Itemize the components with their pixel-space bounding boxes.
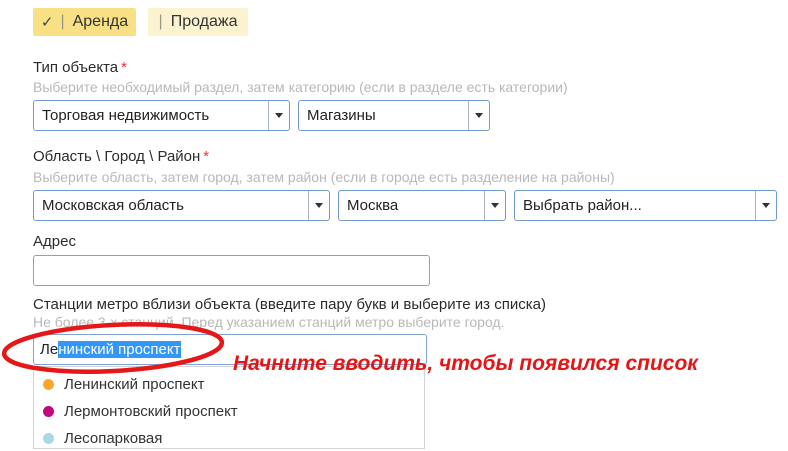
district-select[interactable]: Выбрать район...	[514, 190, 777, 221]
checkmark-icon: ✓	[41, 13, 54, 31]
location-row: Московская область Москва Выбрать район.…	[33, 190, 777, 221]
metro-input-typed: Ле	[40, 341, 58, 358]
city-value: Москва	[339, 191, 484, 220]
object-section-value: Торговая недвижимость	[34, 101, 268, 130]
metro-station-name: Ленинский проспект	[64, 376, 205, 393]
district-value: Выбрать район...	[515, 191, 755, 220]
metro-station-name: Лесопарковая	[64, 430, 162, 447]
chevron-down-icon[interactable]	[308, 191, 329, 220]
list-item-metro-station[interactable]: Лермонтовский проспект	[34, 398, 424, 425]
tab-divider: |	[159, 13, 163, 31]
tab-sale[interactable]: | Продажа	[148, 8, 248, 36]
required-asterisk: *	[121, 59, 127, 76]
object-type-hint: Выберите необходимый раздел, затем катег…	[33, 79, 568, 95]
location-label: Область \ Город \ Район*	[33, 148, 209, 165]
chevron-down-icon[interactable]	[468, 101, 489, 130]
metro-suggestion-list: Ленинский проспект Лермонтовский проспек…	[33, 366, 425, 449]
object-section-select[interactable]: Торговая недвижимость	[33, 100, 290, 131]
listing-form-page: ✓ | Аренда | Продажа Тип объекта* Выбери…	[0, 0, 788, 451]
chevron-down-icon[interactable]	[755, 191, 776, 220]
object-type-row: Торговая недвижимость Магазины	[33, 100, 490, 131]
metro-hint: Не более 3-х станций. Перед указанием ст…	[33, 314, 505, 330]
region-select[interactable]: Московская область	[33, 190, 330, 221]
address-label: Адрес	[33, 233, 76, 250]
object-category-select[interactable]: Магазины	[298, 100, 490, 131]
address-input[interactable]	[33, 255, 430, 286]
tab-rent[interactable]: ✓ | Аренда	[33, 8, 136, 36]
required-asterisk: *	[203, 148, 209, 165]
tab-sale-label: Продажа	[171, 13, 238, 31]
chevron-down-icon[interactable]	[268, 101, 289, 130]
metro-line-dot-icon	[43, 406, 54, 417]
region-value: Московская область	[34, 191, 308, 220]
city-select[interactable]: Москва	[338, 190, 506, 221]
deal-type-tabs: ✓ | Аренда | Продажа	[33, 8, 248, 36]
object-type-label: Тип объекта*	[33, 59, 127, 76]
metro-input-selected-text: нинский проспект	[58, 341, 180, 358]
object-category-value: Магазины	[299, 101, 468, 130]
metro-station-name: Лермонтовский проспект	[64, 403, 238, 420]
metro-line-dot-icon	[43, 379, 54, 390]
tab-rent-label: Аренда	[73, 13, 129, 31]
metro-line-dot-icon	[43, 433, 54, 444]
chevron-down-icon[interactable]	[484, 191, 505, 220]
list-item-metro-station[interactable]: Лесопарковая	[34, 425, 424, 451]
red-text-annotation: Начните вводить, чтобы появился список	[233, 352, 698, 376]
location-hint: Выберите область, затем город, затем рай…	[33, 169, 615, 185]
metro-label: Станции метро вблизи объекта (введите па…	[33, 296, 546, 313]
tab-divider: |	[60, 13, 64, 31]
